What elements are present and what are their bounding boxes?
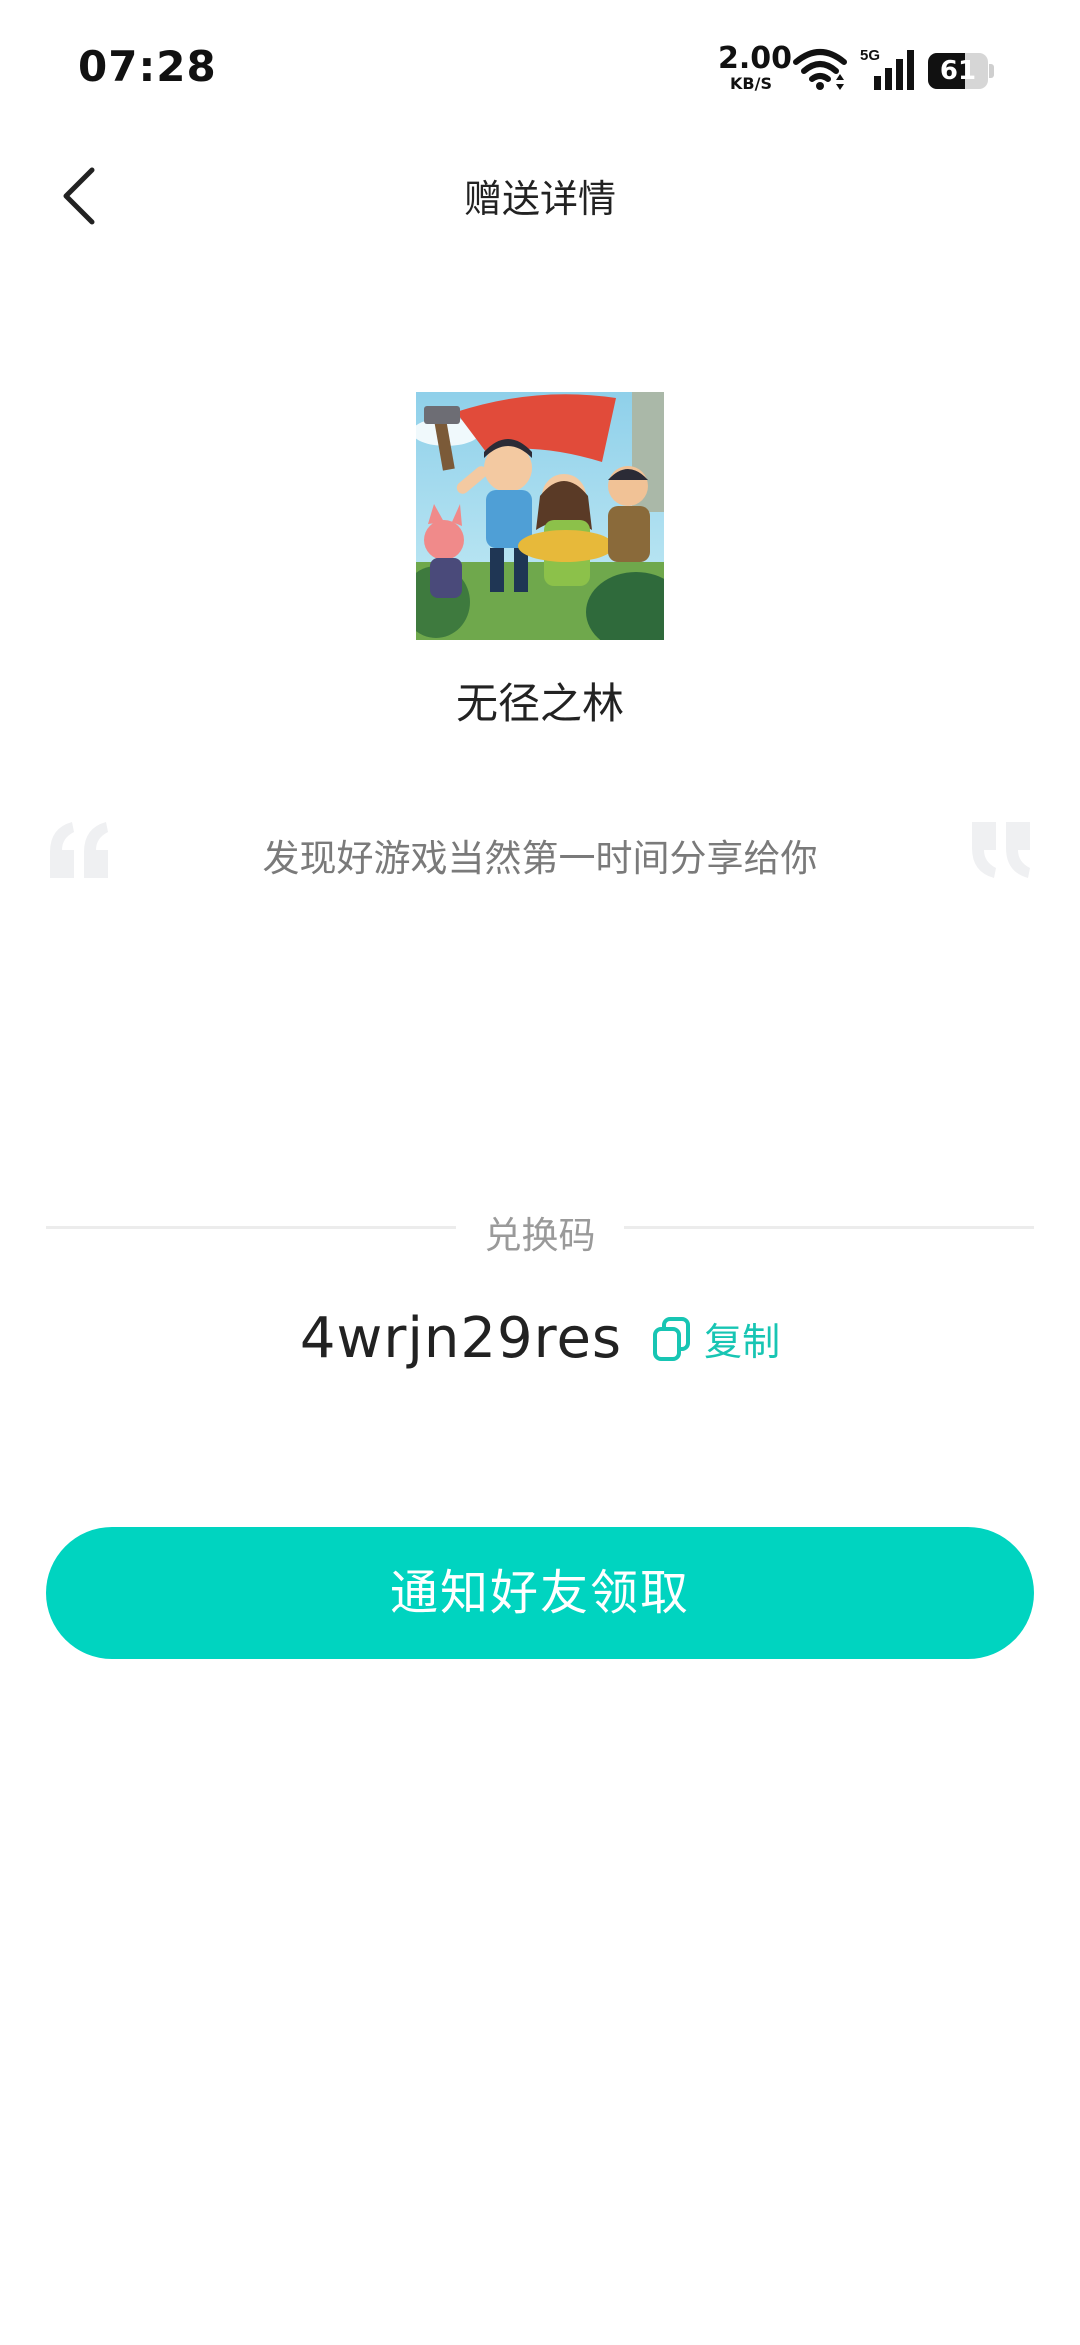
redeem-code: 4wrjn29res [299,1306,623,1371]
notify-friend-button[interactable]: 通知好友领取 [46,1527,1034,1659]
redeem-code-row: 4wrjn29res 复制 [0,1306,1080,1371]
quote-close-icon [972,822,1030,878]
wifi-icon [793,49,847,90]
battery-level: 61 [939,56,977,86]
network-speed-value: 2.00 [718,41,793,76]
network-speed: 2.00 KB/S [718,41,793,93]
status-bar: 07:28 2.00 KB/S 5G 61 [0,0,1080,140]
page-title: 赠送详情 [463,177,616,221]
share-message: 发现好游戏当然第一时间分享给你 [262,837,818,880]
game-name: 无径之林 [455,679,624,728]
redeem-code-label: 兑换码 [484,1214,596,1257]
divider-left [46,1226,456,1229]
cellular-signal-icon: 5G [860,47,914,90]
network-speed-unit: KB/S [730,74,772,93]
divider-right [624,1226,1034,1229]
copy-icon [653,1316,691,1361]
status-time: 07:28 [78,42,217,91]
network-type: 5G [860,47,880,64]
copy-label: 复制 [704,1320,781,1364]
battery-icon: 61 [928,53,996,89]
copy-button[interactable]: 复制 [652,1311,780,1366]
game-cover-image [416,392,664,640]
